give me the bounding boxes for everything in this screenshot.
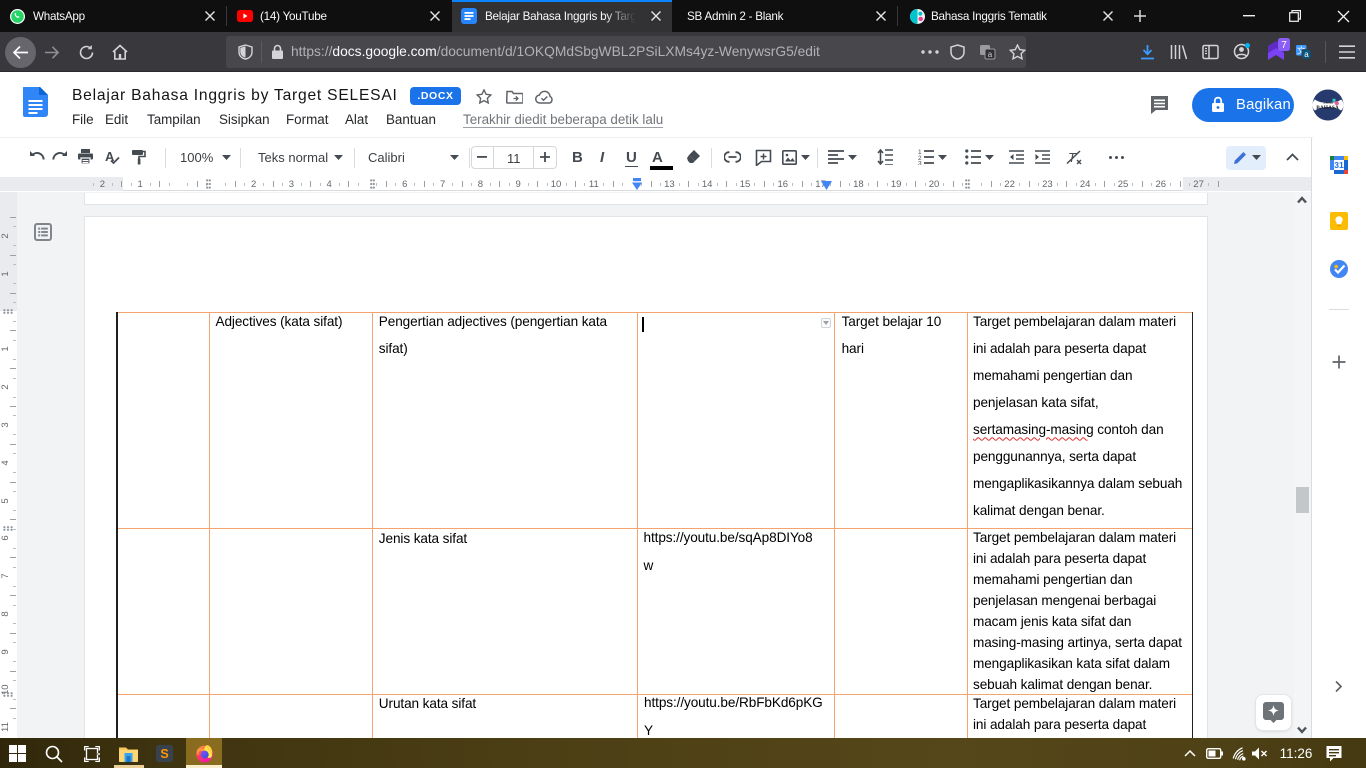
svg-text:a: a: [988, 50, 993, 59]
svg-text:S: S: [160, 747, 168, 761]
svg-text:BAHASA: BAHASA: [1316, 105, 1339, 111]
svg-text:7: 7: [1281, 40, 1287, 51]
svg-text:31: 31: [1334, 160, 1344, 170]
svg-text:3: 3: [918, 161, 922, 166]
svg-text:a: a: [1304, 50, 1309, 59]
